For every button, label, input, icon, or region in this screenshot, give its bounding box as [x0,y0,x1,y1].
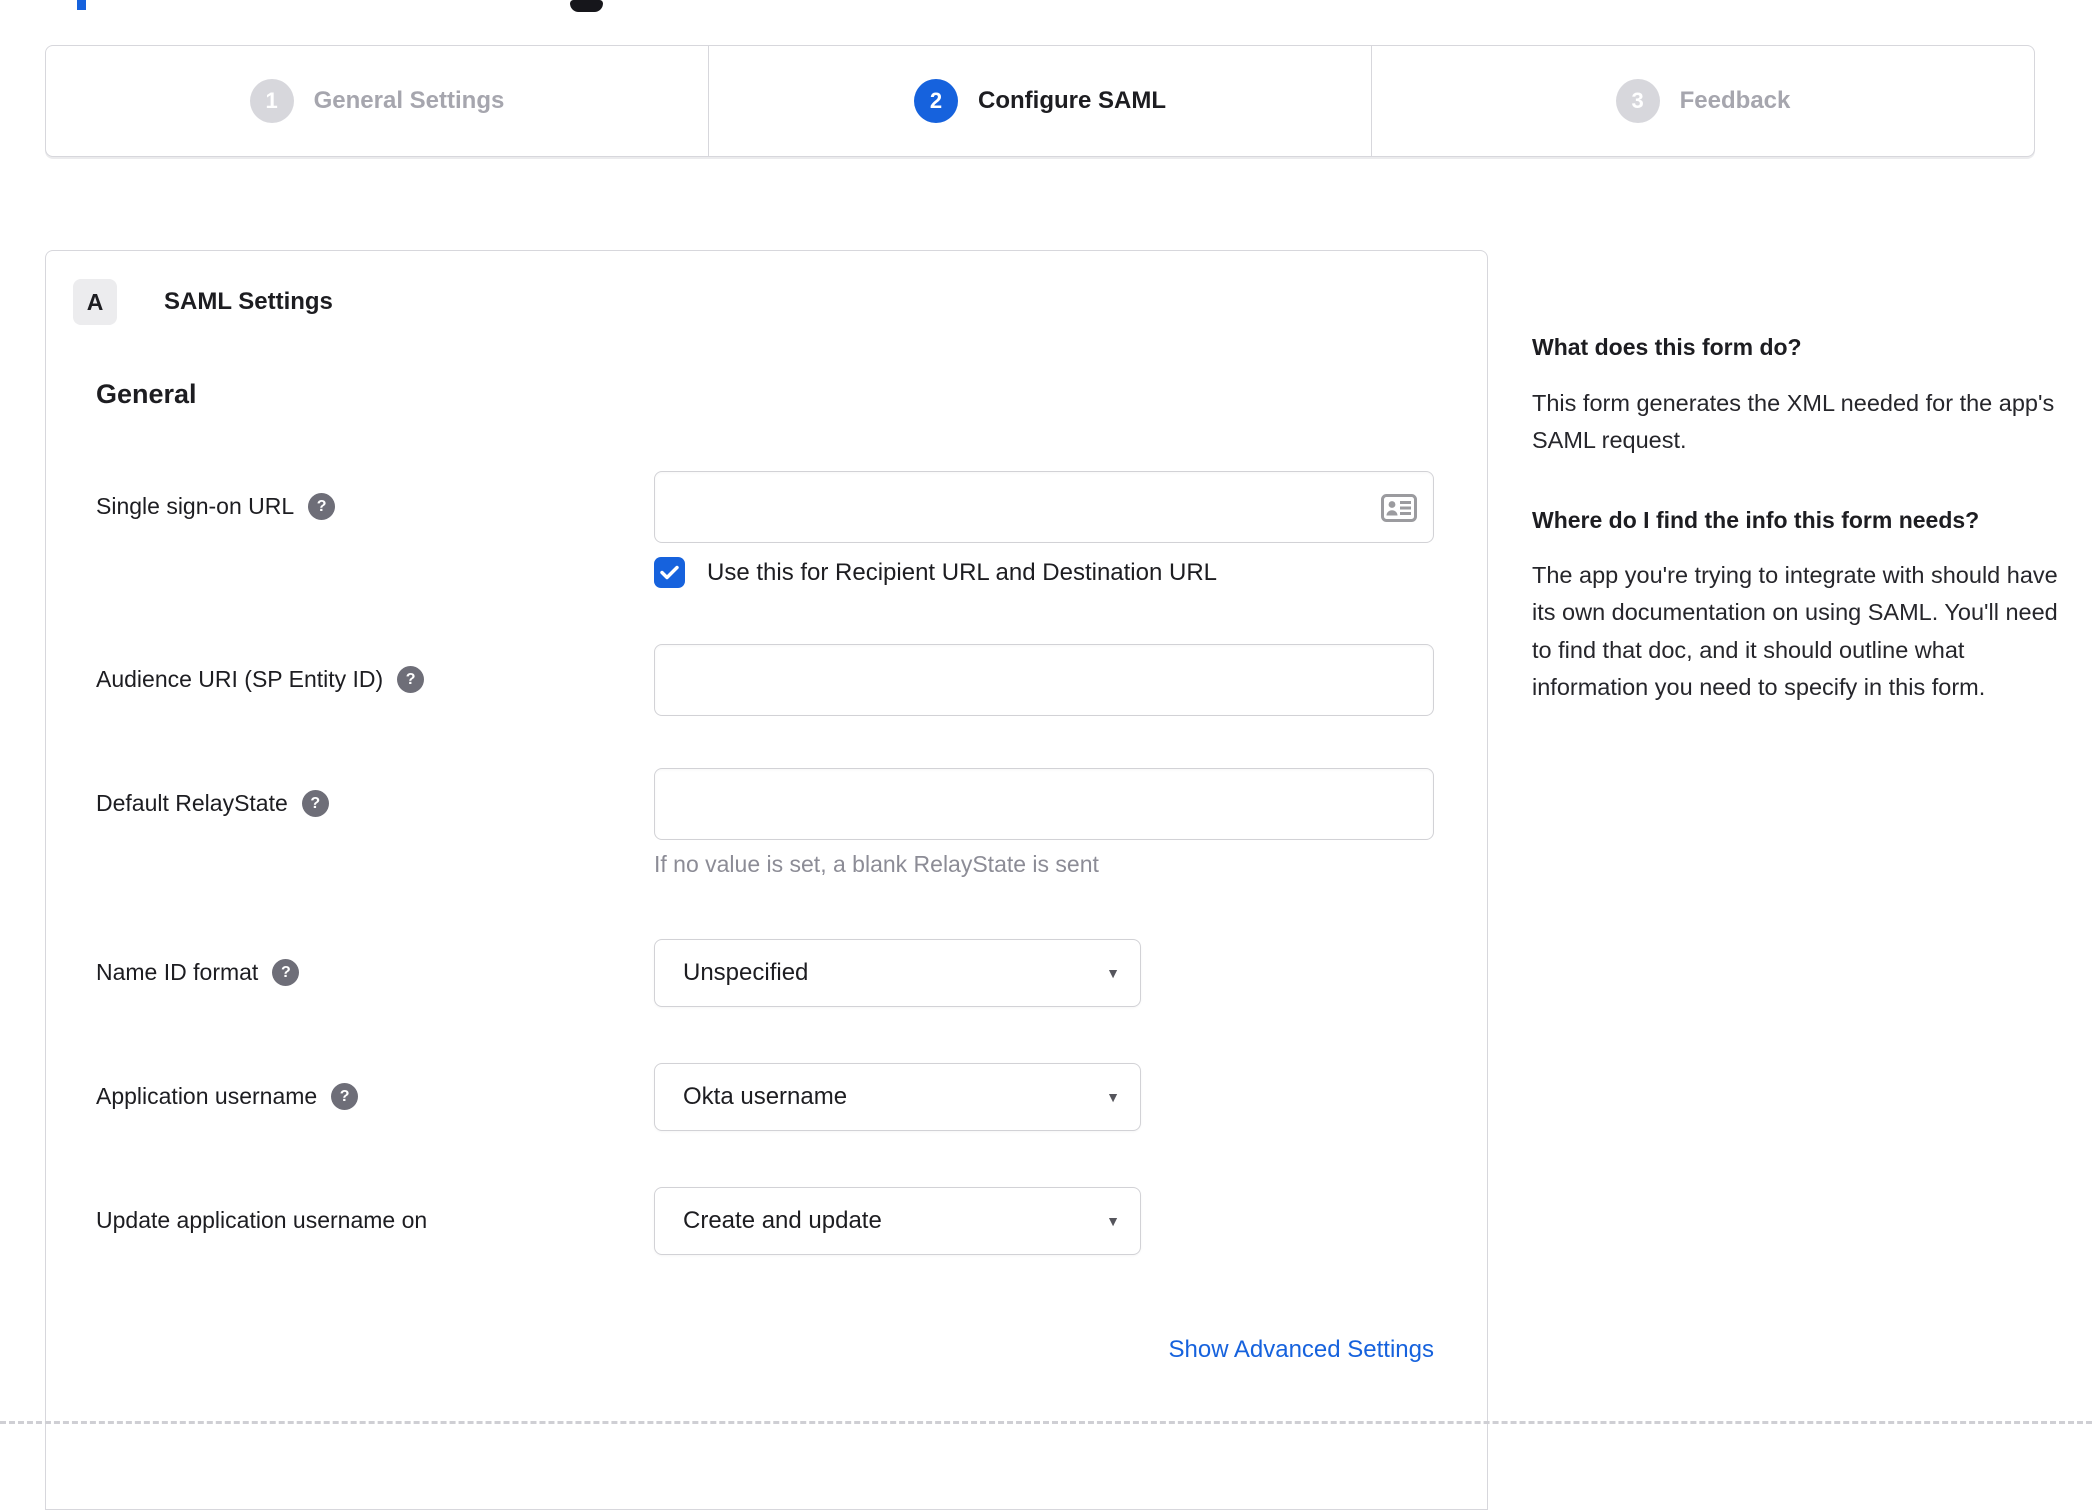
name-id-format-select[interactable]: Unspecified ▼ [654,939,1141,1007]
recipient-url-checkbox[interactable] [654,557,685,588]
help-heading: Where do I find the info this form needs… [1532,506,1980,533]
audience-uri-label: Audience URI (SP Entity ID) ? [96,666,641,693]
help-icon[interactable]: ? [272,959,300,986]
wizard-stepper: 1 General Settings 2 Configure SAML 3 Fe… [45,45,2035,157]
update-application-username-select[interactable]: Create and update ▼ [654,1187,1141,1255]
checkmark-icon [660,565,679,580]
default-relaystate-label: Default RelayState ? [96,790,641,817]
application-username-label-text: Application username [96,1083,318,1109]
show-advanced-settings-link[interactable]: Show Advanced Settings [1168,1336,1434,1364]
section-a-badge: A [73,279,117,325]
name-id-format-label: Name ID format ? [96,959,641,986]
cropped-title-fragment [77,0,86,10]
sso-url-label-text: Single sign-on URL [96,493,295,519]
application-username-value: Okta username [683,1083,848,1110]
step-number-badge: 2 [914,79,958,123]
update-application-username-value: Create and update [683,1207,882,1234]
sso-url-label: Single sign-on URL ? [96,493,641,520]
sso-url-input[interactable] [654,471,1434,543]
help-sidebar: What does this form do? This form genera… [1532,330,2072,706]
update-application-username-label-text: Update application username on [96,1207,428,1233]
default-relaystate-input[interactable] [654,768,1434,840]
help-body: This form generates the XML needed for t… [1532,389,2055,453]
step-configure-saml[interactable]: 2 Configure SAML [708,46,1371,156]
step-label: Configure SAML [978,87,1166,114]
application-username-label: Application username ? [96,1083,641,1110]
cropped-icon-fragment [570,0,603,12]
recipient-url-checkbox-label[interactable]: Use this for Recipient URL and Destinati… [707,559,1217,587]
audience-uri-label-text: Audience URI (SP Entity ID) [96,666,384,692]
step-number-badge: 3 [1615,79,1660,123]
update-application-username-label: Update application username on [96,1207,641,1234]
help-section-where: Where do I find the info this form needs… [1532,503,2072,706]
relaystate-hint: If no value is set, a blank RelayState i… [654,851,1099,877]
help-icon[interactable]: ? [331,1083,359,1110]
saml-settings-panel: A SAML Settings General Single sign-on U… [45,250,1488,1510]
chevron-down-icon: ▼ [1106,1213,1120,1229]
name-id-format-value: Unspecified [683,959,809,986]
application-username-select[interactable]: Okta username ▼ [654,1063,1141,1131]
section-title: SAML Settings [164,288,333,315]
help-body: The app you're trying to integrate with … [1532,562,2058,700]
contact-card-icon [1381,494,1417,527]
help-section-what: What does this form do? This form genera… [1532,330,2072,459]
help-icon[interactable]: ? [308,493,336,520]
step-general-settings[interactable]: 1 General Settings [46,46,708,156]
panel-header: A SAML Settings [73,279,333,325]
help-heading: What does this form do? [1532,334,1802,360]
audience-uri-input[interactable] [654,644,1434,716]
help-icon[interactable]: ? [301,790,329,817]
chevron-down-icon: ▼ [1106,1089,1120,1105]
general-group-heading: General [96,379,197,409]
name-id-format-label-text: Name ID format [96,959,259,985]
next-section-dashed-border [0,1421,2092,1424]
step-feedback[interactable]: 3 Feedback [1371,46,2034,156]
help-icon[interactable]: ? [397,666,425,693]
step-number-badge: 1 [249,79,294,123]
step-label: General Settings [313,87,505,114]
recipient-url-checkbox-row: Use this for Recipient URL and Destinati… [654,557,1217,588]
step-label: Feedback [1679,87,1791,114]
default-relaystate-label-text: Default RelayState [96,790,288,816]
chevron-down-icon: ▼ [1106,965,1120,981]
